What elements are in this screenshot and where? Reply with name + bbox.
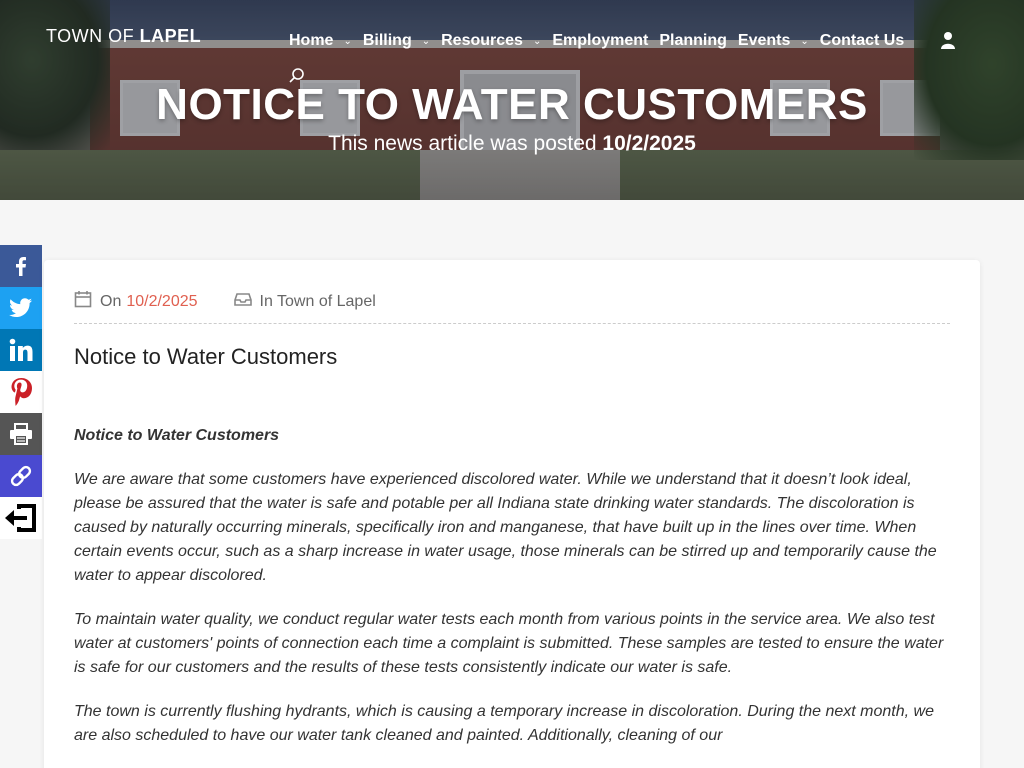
logo-name: LAPEL (139, 26, 202, 46)
linkedin-icon (9, 338, 33, 361)
page-title: NOTICE TO WATER CUSTOMERS (156, 80, 868, 129)
print-icon (10, 423, 32, 445)
post-date-link[interactable]: 10/2/2025 (126, 293, 197, 311)
post-lead: Notice to Water Customers (74, 427, 280, 444)
share-bar (0, 245, 42, 539)
nav-item-label: Employment (552, 32, 649, 49)
page-subtitle: This news article was posted 10/2/2025 (0, 132, 1024, 156)
twitter-icon (9, 298, 32, 317)
facebook-icon (16, 257, 26, 276)
nav-item-employment[interactable]: Employment (552, 32, 648, 50)
nav-item-label: Home (289, 32, 334, 49)
chevron-down-icon: ⌄ (421, 35, 431, 47)
exit-button[interactable] (0, 497, 42, 539)
copy-link-button[interactable] (0, 455, 42, 497)
user-icon[interactable] (941, 31, 955, 49)
nav-item-events[interactable]: Events ⌄ (738, 32, 809, 50)
nav-item-planning[interactable]: Planning (659, 32, 727, 50)
linkedin-share-button[interactable] (0, 329, 42, 371)
article-card: On 10/2/2025 In Town of Lapel Notice to … (44, 260, 980, 768)
logo-prefix: TOWN OF (46, 26, 135, 46)
print-button[interactable] (0, 413, 42, 455)
nav-item-billing[interactable]: Billing ⌄ (363, 32, 430, 50)
nav-item-label: Contact Us (819, 32, 905, 49)
nav-item-resources[interactable]: Resources ⌄ (441, 32, 541, 50)
post-category[interactable]: In Town of Lapel (260, 293, 376, 311)
subtitle-prefix: This news article was posted (328, 132, 597, 155)
post-title: Notice to Water Customers (74, 344, 338, 369)
nav-item-contact[interactable]: Contact Us (820, 32, 904, 50)
calendar-icon (74, 290, 92, 313)
facebook-share-button[interactable] (0, 245, 42, 287)
inbox-icon (233, 291, 252, 312)
post-body: Notice to Water Customers We are aware t… (74, 424, 954, 768)
post-paragraph: We are aware that some customers have ex… (74, 471, 937, 584)
post-paragraph: To maintain water quality, we conduct re… (74, 611, 944, 676)
post-paragraph: The town is currently flushing hydrants,… (74, 703, 934, 744)
chevron-down-icon: ⌄ (343, 35, 352, 47)
nav-item-label: Planning (659, 32, 727, 49)
main-nav: Home ⌄ Billing ⌄ Resources ⌄ Employment … (289, 31, 915, 51)
chevron-down-icon: ⌄ (532, 35, 542, 47)
chevron-down-icon: ⌄ (800, 35, 809, 47)
link-icon (10, 465, 32, 487)
exit-icon (5, 504, 36, 532)
twitter-share-button[interactable] (0, 287, 42, 329)
pinterest-share-button[interactable] (0, 371, 42, 413)
nav-item-label: Resources (441, 32, 523, 49)
nav-item-label: Events (737, 32, 791, 49)
nav-item-home[interactable]: Home ⌄ (289, 32, 352, 50)
site-logo[interactable]: TOWN OF LAPEL (46, 26, 201, 47)
subtitle-date: 10/2/2025 (602, 132, 696, 155)
nav-item-label: Billing (362, 32, 412, 49)
meta-on-label: On (100, 292, 122, 310)
post-meta: On 10/2/2025 In Town of Lapel (74, 290, 950, 324)
pinterest-icon (11, 378, 32, 406)
